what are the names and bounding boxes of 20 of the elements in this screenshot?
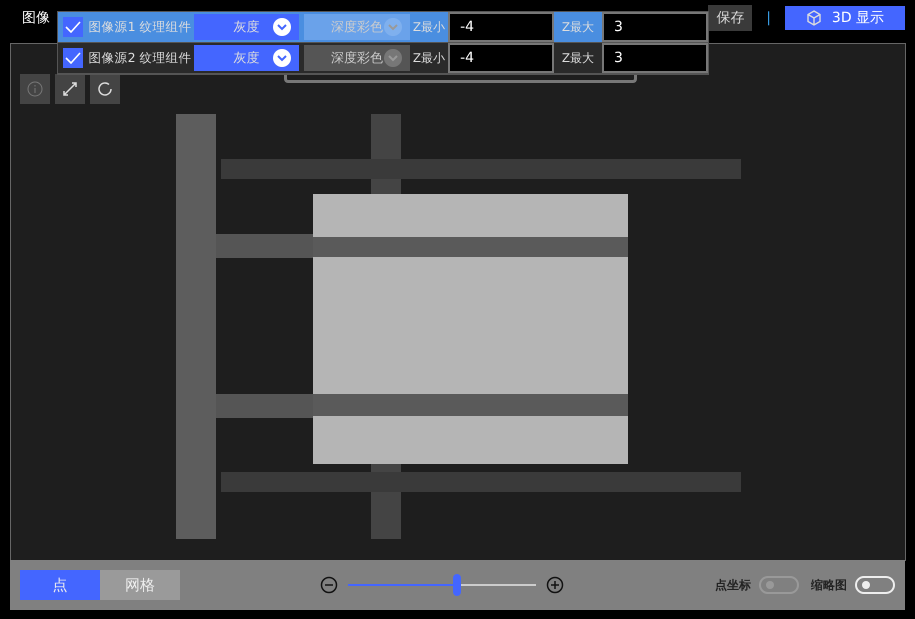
z-max-label: Z最大 — [560, 18, 596, 36]
image-source-row[interactable]: 图像源2 纹理组件 灰度 深度彩色 Z最小 -4 Z最大 3 — [58, 43, 708, 74]
image-source-row[interactable]: 图像源1 纹理组件 灰度 深度彩色 Z最小 -4 Z最大 3 — [58, 12, 708, 43]
image-title: 图像 — [22, 9, 50, 27]
z-min-field[interactable]: -4 — [448, 43, 554, 73]
toggle-label: 点坐标 — [715, 576, 751, 594]
source-name: 图像源1 纹理组件 — [88, 18, 192, 36]
z-min-field[interactable]: -4 — [448, 12, 554, 42]
z-max-label: Z最大 — [560, 50, 596, 66]
z-max-field[interactable]: 3 — [602, 12, 708, 42]
3d-display-button[interactable]: 3D 显示 — [785, 6, 905, 30]
mode-tab[interactable]: 点 — [20, 570, 100, 600]
z-max-field[interactable]: 3 — [602, 43, 708, 73]
separator: | — [766, 10, 771, 26]
source-name: 图像源2 纹理组件 — [88, 50, 192, 66]
toggle-label: 缩略图 — [811, 576, 847, 594]
save-button[interactable]: 保存 — [708, 5, 752, 31]
z-min-label: Z最小 — [412, 50, 446, 66]
depth-color-dropdown[interactable]: 深度彩色 — [304, 45, 410, 71]
z-min-label: Z最小 — [412, 18, 446, 36]
